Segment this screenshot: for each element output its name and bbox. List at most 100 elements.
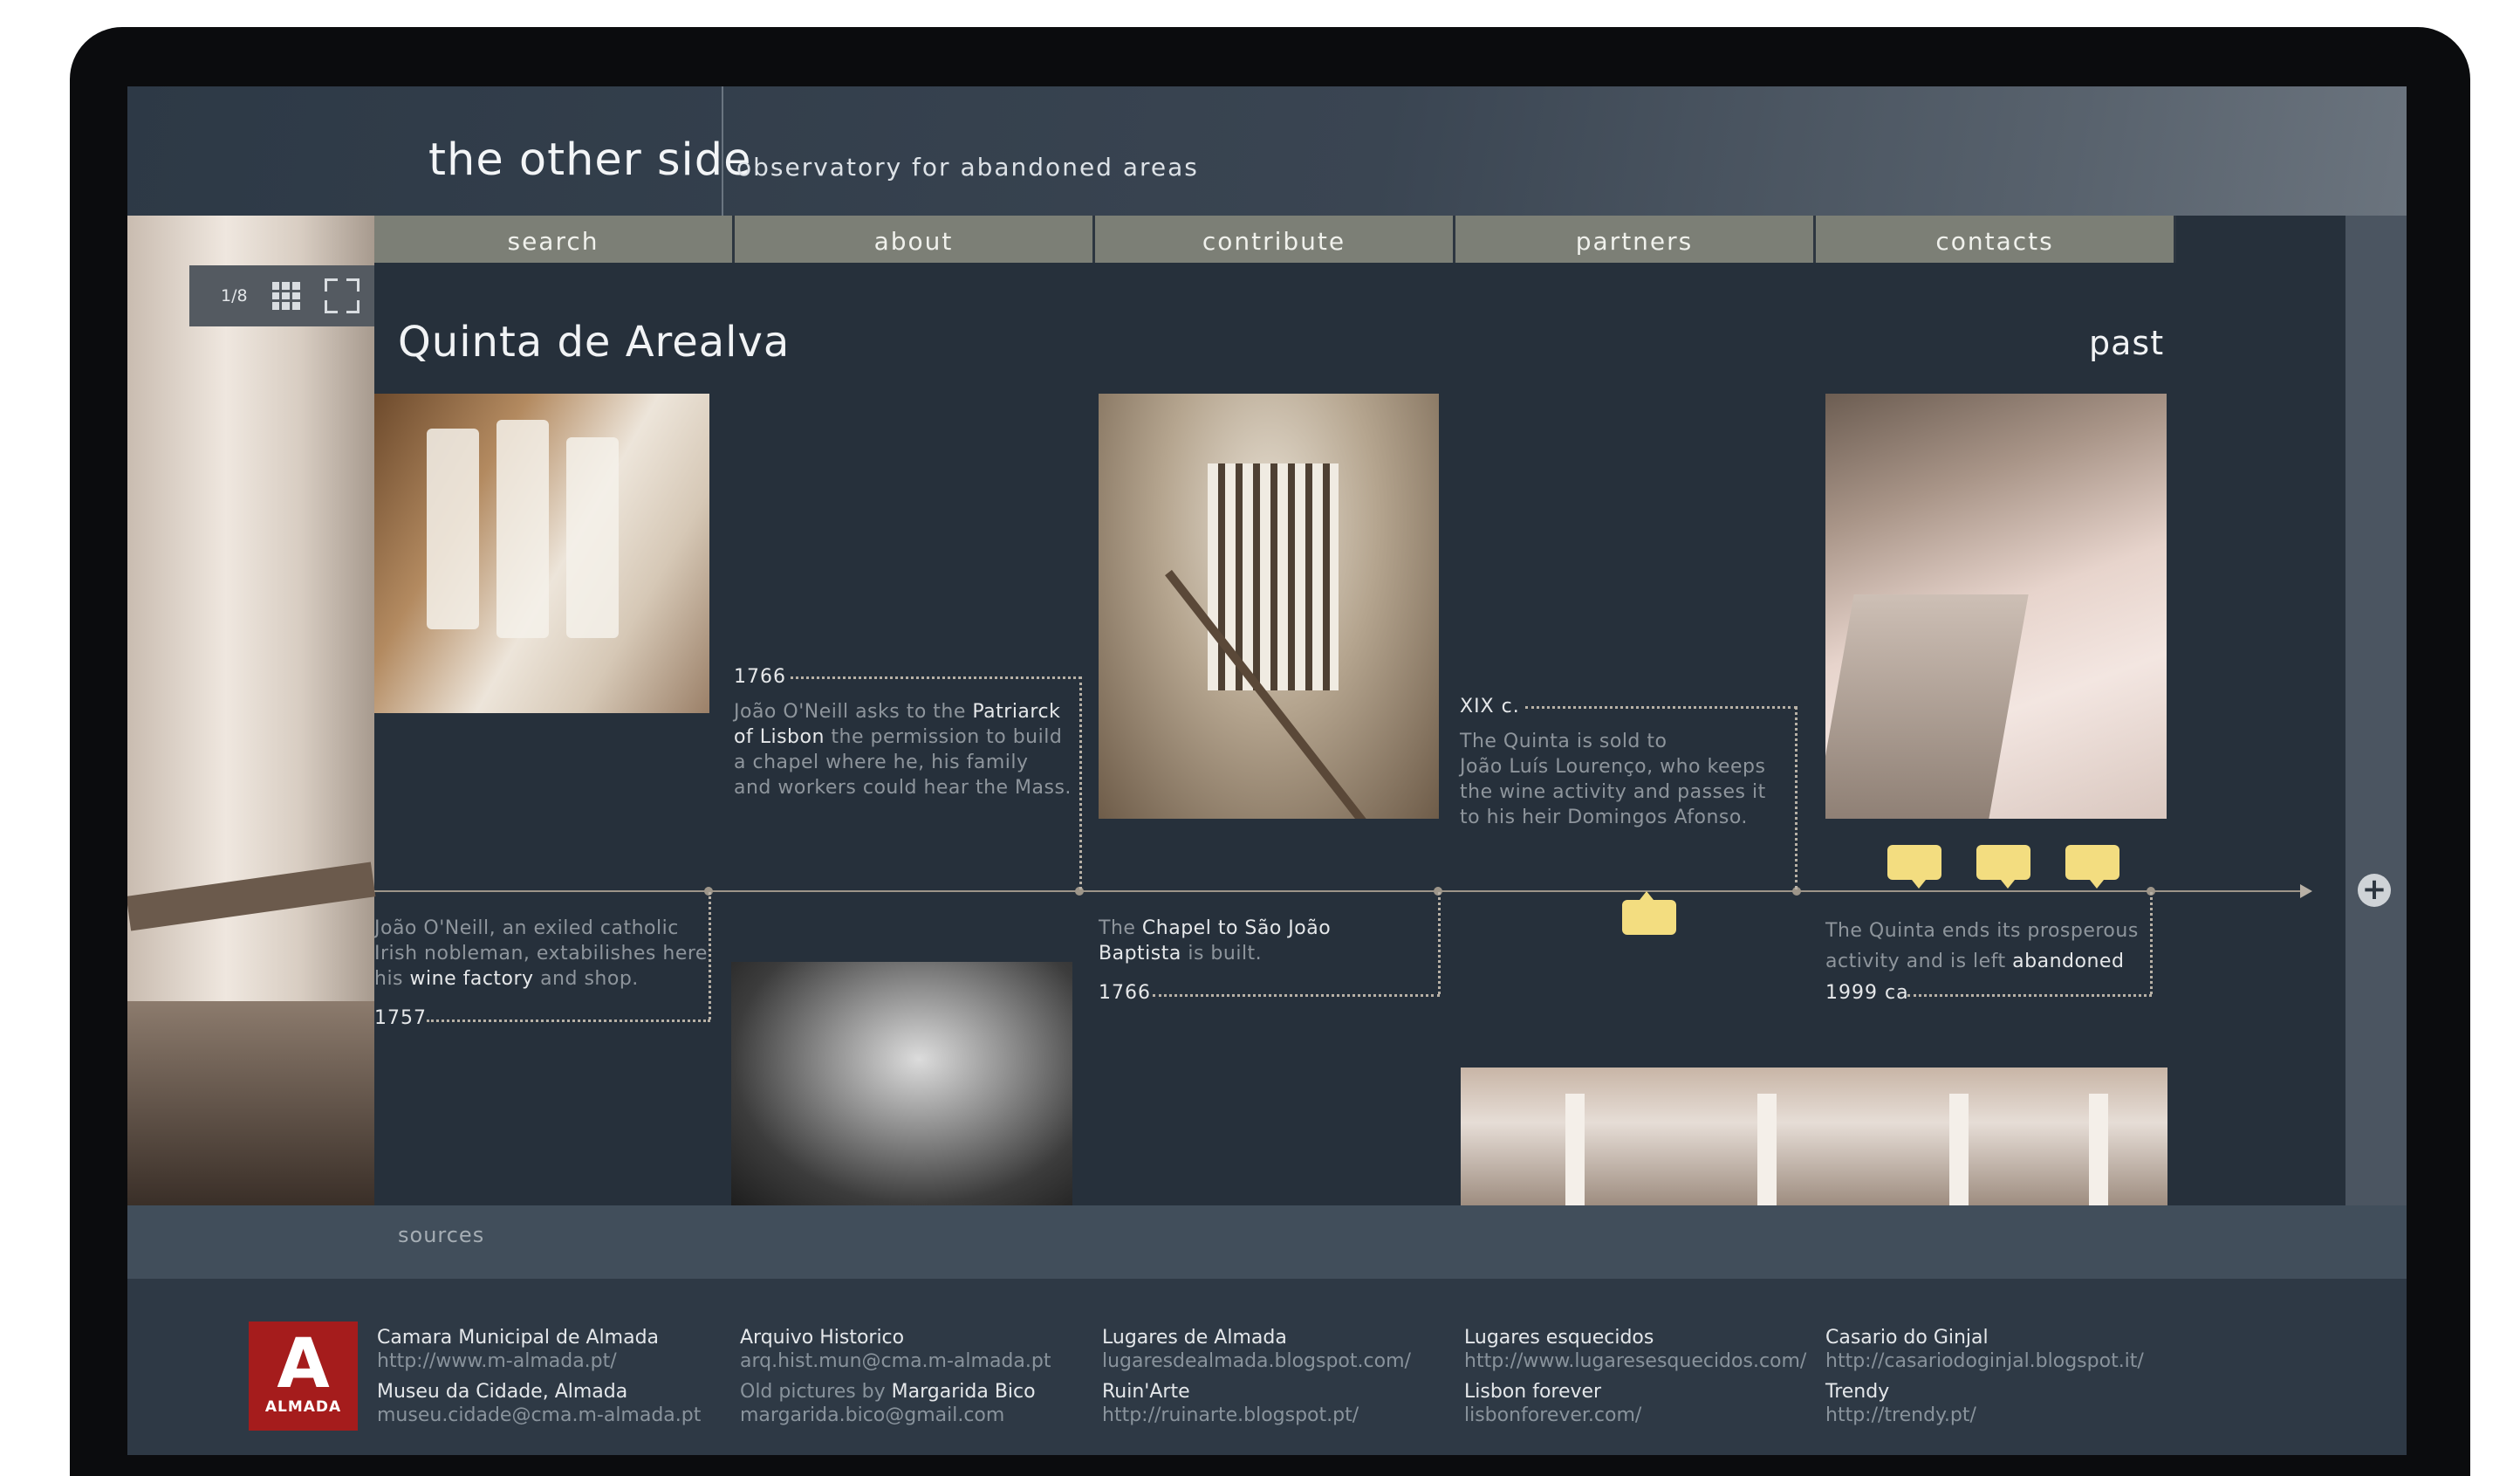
logo-letter: A bbox=[277, 1325, 330, 1404]
event-line: The Quinta ends its prosperous bbox=[1825, 920, 2139, 942]
photo-porch[interactable] bbox=[1461, 1068, 2167, 1205]
event-highlight: Patriarck bbox=[972, 701, 1061, 723]
source-link[interactable]: http://trendy.pt/ bbox=[1825, 1404, 2144, 1426]
source-entry: Arquivo Historico arq.hist.mun@cma.m-alm… bbox=[740, 1327, 1051, 1426]
photo-detail bbox=[1208, 463, 1339, 690]
source-name: Museu da Cidade, Almada bbox=[377, 1381, 628, 1403]
period-toggle[interactable]: past bbox=[2089, 324, 2164, 362]
photo-detail bbox=[566, 437, 619, 638]
sources-label[interactable]: sources bbox=[398, 1223, 484, 1247]
photo-detail bbox=[427, 429, 479, 629]
connector-line bbox=[791, 676, 1081, 679]
source-name: Trendy bbox=[1825, 1381, 1890, 1403]
source-link[interactable]: lisbonforever.com/ bbox=[1464, 1404, 1806, 1426]
source-link[interactable]: http://ruinarte.blogspot.pt/ bbox=[1102, 1404, 1411, 1426]
nav-about[interactable]: about bbox=[735, 216, 1095, 263]
source-name: Old pictures by Margarida Bico bbox=[740, 1381, 1036, 1403]
event-line: the wine activity and passes it bbox=[1460, 781, 1766, 803]
side-photo-barn bbox=[127, 216, 376, 1205]
site-header: the other side observatory for abandoned… bbox=[127, 86, 2407, 216]
comment-icon[interactable] bbox=[1976, 845, 2030, 889]
event-date: 1766 bbox=[734, 666, 786, 688]
place-title: Quinta de Arealva bbox=[398, 318, 791, 367]
event-description: The Quinta ends its prosperous activity … bbox=[1825, 916, 2174, 977]
event-line: and workers could hear the Mass. bbox=[734, 777, 1072, 799]
event-highlight: Baptista bbox=[1099, 943, 1181, 965]
timeline-arrow bbox=[2300, 884, 2312, 898]
main-nav: search about contribute partners contact… bbox=[374, 216, 2176, 263]
connector-line bbox=[427, 1019, 710, 1022]
photo-chapel-door[interactable] bbox=[1099, 394, 1439, 819]
photo-detail bbox=[1949, 1094, 1969, 1205]
event-date: 1999 ca bbox=[1825, 982, 1909, 1004]
photo-detail bbox=[1565, 1094, 1585, 1205]
event-line: The Quinta is sold to bbox=[1460, 731, 1667, 752]
event-date: XIX c. bbox=[1460, 696, 1520, 717]
nav-contacts[interactable]: contacts bbox=[1816, 216, 2176, 263]
header-divider bbox=[722, 86, 723, 216]
source-entry: Lugares esquecidos http://www.lugaresesq… bbox=[1464, 1327, 1806, 1426]
image-counter: 1/8 bbox=[221, 286, 248, 305]
event-highlight: of Lisbon bbox=[734, 726, 825, 748]
source-name: Ruin'Arte bbox=[1102, 1381, 1190, 1403]
event-line: João O'Neill, an exiled catholic bbox=[374, 917, 679, 939]
event-line: João O'Neill asks to the Patriarck bbox=[734, 701, 1061, 723]
site-title[interactable]: the other side bbox=[428, 134, 751, 186]
almada-logo[interactable]: A ALMADA bbox=[249, 1322, 358, 1431]
connector-line bbox=[1153, 994, 1440, 997]
source-link[interactable]: lugaresdealmada.blogspot.com/ bbox=[1102, 1350, 1411, 1372]
viewer-controls: 1/8 bbox=[189, 265, 374, 326]
nav-search[interactable]: search bbox=[374, 216, 735, 263]
connector-line bbox=[1525, 706, 1797, 709]
fullscreen-icon[interactable] bbox=[324, 278, 360, 313]
right-scroll-strip[interactable] bbox=[2345, 216, 2407, 1205]
event-line: Irish nobleman, extabilishes here bbox=[374, 943, 708, 965]
connector-line bbox=[1907, 994, 2152, 997]
source-link[interactable]: arq.hist.mun@cma.m-almada.pt bbox=[740, 1350, 1051, 1372]
photo-detail bbox=[1825, 594, 2029, 819]
event-description: João O'Neill asks to the Patriarck of Li… bbox=[734, 699, 1083, 800]
nav-contribute[interactable]: contribute bbox=[1095, 216, 1455, 263]
source-link[interactable]: http://www.m-almada.pt/ bbox=[377, 1350, 701, 1372]
photo-detail bbox=[127, 862, 376, 931]
event-highlight: wine factory bbox=[409, 968, 534, 990]
photo-terrace[interactable] bbox=[1825, 394, 2167, 819]
source-link[interactable]: http://www.lugaresesquecidos.com/ bbox=[1464, 1350, 1806, 1372]
photo-trees[interactable] bbox=[731, 962, 1072, 1205]
nav-partners[interactable]: partners bbox=[1455, 216, 1816, 263]
source-link[interactable]: museu.cidade@cma.m-almada.pt bbox=[377, 1404, 701, 1426]
source-link[interactable]: http://casariodoginjal.blogspot.it/ bbox=[1825, 1350, 2144, 1372]
logo-word: ALMADA bbox=[264, 1398, 342, 1416]
connector-line bbox=[2150, 892, 2153, 994]
event-date: 1766 bbox=[1099, 982, 1151, 1004]
event-line: Baptista is built. bbox=[1099, 943, 1263, 965]
event-line: of Lisbon the permission to build bbox=[734, 726, 1063, 748]
event-highlight: Chapel to São João bbox=[1141, 917, 1332, 939]
comment-icon[interactable] bbox=[1887, 845, 1941, 889]
event-line: his wine factory and shop. bbox=[374, 968, 639, 990]
source-entry: Camara Municipal de Almada http://www.m-… bbox=[377, 1327, 701, 1426]
site-subtitle: observatory for abandoned areas bbox=[736, 153, 1199, 182]
source-link[interactable]: margarida.bico@gmail.com bbox=[740, 1404, 1051, 1426]
event-description: João O'Neill, an exiled catholic Irish n… bbox=[374, 916, 715, 992]
photo-detail bbox=[1757, 1094, 1777, 1205]
plus-icon[interactable]: + bbox=[2358, 874, 2391, 907]
photo-detail bbox=[2089, 1094, 2108, 1205]
event-line: João Luís Lourenço, who keeps bbox=[1460, 756, 1766, 778]
event-date: 1757 bbox=[374, 1007, 427, 1029]
connector-line bbox=[1438, 892, 1441, 994]
source-entry: Lugares de Almada lugaresdealmada.blogsp… bbox=[1102, 1327, 1411, 1426]
event-highlight: abandoned bbox=[2012, 951, 2125, 972]
comment-icon[interactable] bbox=[1622, 891, 1676, 935]
grid-icon[interactable] bbox=[271, 282, 300, 310]
event-description: The Chapel to São João Baptista is built… bbox=[1099, 916, 1430, 966]
connector-line bbox=[709, 892, 711, 1019]
photo-detail bbox=[127, 1001, 374, 1205]
event-line: a chapel where he, his family bbox=[734, 752, 1029, 773]
comment-icon[interactable] bbox=[2065, 845, 2119, 889]
source-name: Arquivo Historico bbox=[740, 1327, 905, 1349]
event-line: to his heir Domingos Afonso. bbox=[1460, 807, 1748, 828]
event-line: The Chapel to São João bbox=[1099, 917, 1332, 939]
photo-laundry[interactable] bbox=[374, 394, 709, 713]
source-name: Camara Municipal de Almada bbox=[377, 1327, 660, 1349]
